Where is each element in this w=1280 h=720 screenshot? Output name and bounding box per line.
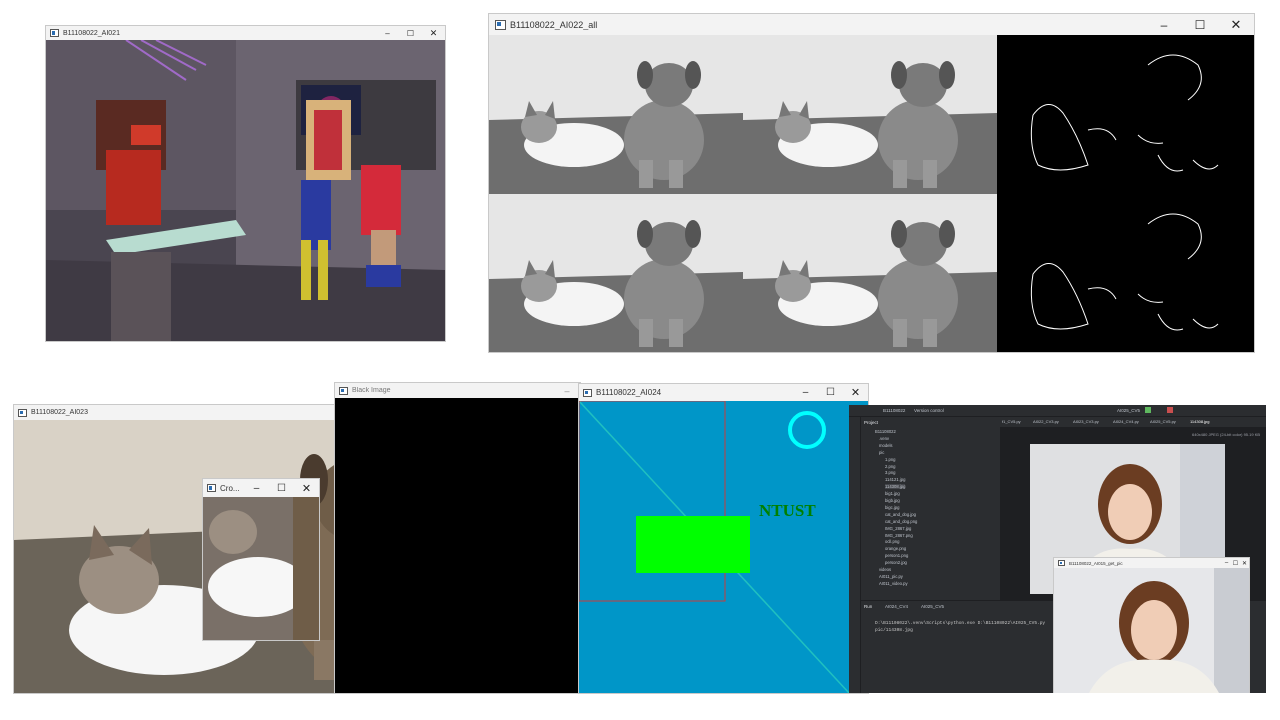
tree-item[interactable]: 1.png (885, 457, 895, 462)
tree-item[interactable]: cat_and_dog.png (885, 519, 917, 524)
tree-item[interactable]: videos (879, 567, 891, 572)
project-panel: Project B11108022 .venv models pic 1.png 2.pn… (861, 417, 999, 600)
maximize-icon[interactable]: ☐ (269, 483, 294, 494)
titlebar[interactable]: Cro... – ☐ ✕ (203, 479, 319, 497)
window-app-icon (207, 484, 216, 492)
tree-item[interactable]: .venv (879, 436, 889, 441)
window-crop[interactable]: Cro... – ☐ ✕ (203, 479, 319, 640)
close-icon[interactable]: ✕ (843, 386, 868, 399)
filter-grid-images (489, 35, 1254, 352)
scene-image (46, 40, 445, 341)
ide-toolbar: B11108022 Version control AI025_CV5 (849, 405, 1266, 417)
project-panel-title: Project (864, 420, 879, 425)
window-title: B11108022_AI022_all (510, 19, 598, 30)
window-app-icon (50, 29, 59, 37)
tree-item[interactable]: ocll.png (885, 539, 899, 544)
minimize-icon[interactable]: – (554, 386, 580, 396)
editor-tab[interactable]: f1_CV5.py (1002, 419, 1021, 424)
close-icon[interactable]: ✕ (294, 482, 319, 495)
tree-item[interactable]: person1.png (885, 553, 908, 558)
titlebar[interactable]: B11108022_AI024 – ☐ ✕ (579, 384, 868, 401)
titlebar[interactable]: Black Image – (335, 383, 580, 398)
window-title: Cro... (220, 483, 240, 493)
tree-item[interactable]: big1.jpg (885, 491, 900, 496)
tree-item[interactable]: AI011_pic.py (879, 574, 903, 579)
stop-icon[interactable] (1167, 407, 1173, 413)
window-app-icon (18, 408, 27, 417)
maximize-icon[interactable]: ☐ (1182, 18, 1218, 32)
tree-item[interactable]: models (879, 443, 893, 448)
window-app-icon (1058, 560, 1065, 566)
tree-item[interactable]: bigc.jpg (885, 505, 899, 510)
tree-item[interactable]: IMG_2867.jpg (885, 526, 911, 531)
minimize-icon[interactable]: – (1146, 18, 1182, 32)
tree-item[interactable]: IMG_2867.png (885, 533, 913, 538)
minimize-icon[interactable]: – (1222, 560, 1231, 566)
run-tab[interactable]: AI025_CV5 (921, 604, 944, 609)
webcam-photo (1054, 568, 1249, 693)
window-title: B11108022_AI015_get_pic (1069, 560, 1123, 566)
minimize-icon[interactable]: – (376, 29, 399, 38)
tree-item[interactable]: pic (879, 450, 884, 455)
tree-item[interactable]: 114121.jpg (885, 477, 905, 482)
run-panel-title: Run (864, 604, 873, 609)
tree-item[interactable]: 2.png (885, 464, 895, 469)
tree-item[interactable]: 3.png (885, 470, 895, 475)
window-black-image[interactable]: Black Image – (335, 383, 580, 693)
drawing-canvas: NTUST (579, 401, 868, 693)
minimize-icon[interactable]: – (244, 483, 269, 494)
maximize-icon[interactable]: ☐ (818, 387, 843, 398)
window-title: B11108022_AI024 (596, 388, 662, 397)
editor-tab[interactable]: AI024_CV4.py (1113, 419, 1139, 424)
black-canvas (335, 398, 580, 693)
close-icon[interactable]: ✕ (422, 28, 445, 39)
window-app-icon (495, 19, 506, 30)
vcs-label[interactable]: Version control (914, 408, 944, 413)
run-icon[interactable] (1145, 407, 1151, 413)
window-title: B11108022_AI023 (31, 409, 88, 416)
editor-tab[interactable]: AI023_CV3.py (1073, 419, 1099, 424)
ide-tool-strip (849, 417, 861, 693)
branch-label[interactable]: B11108022 (883, 408, 905, 413)
tree-item[interactable]: bigb.jpg (885, 498, 900, 503)
tree-item[interactable]: orange.png (885, 546, 906, 551)
run-config-label[interactable]: AI025_CV5 (1117, 408, 1140, 413)
window-get-pic[interactable]: B11108022_AI015_get_pic – ☐ ✕ (1054, 558, 1249, 693)
console-line: D:\B11108022\.venv\Scripts\python.exe D:… (875, 621, 1046, 626)
window-title: B11108022_AI021 (63, 29, 120, 37)
window-app-icon (583, 388, 592, 397)
maximize-icon[interactable]: ☐ (1231, 560, 1240, 567)
tree-item[interactable]: person2.jpg (885, 560, 907, 565)
tree-item[interactable]: AI011_video.py (879, 581, 908, 586)
titlebar[interactable]: B11108022_AI022_all – ☐ ✕ (489, 14, 1254, 35)
filled-rectangle (636, 516, 750, 573)
tree-item[interactable]: 114308.jpg (885, 484, 906, 490)
editor-tab[interactable]: AI025_CV5.py (1150, 419, 1176, 424)
window-ai021[interactable]: B11108022_AI021 – ☐ ✕ (46, 26, 445, 341)
editor-tab[interactable]: AI022_CV3.py (1033, 419, 1059, 424)
image-info: 640x480 JPEG (24-bit color) 95.19 KB (1192, 432, 1261, 437)
window-ai024[interactable]: B11108022_AI024 – ☐ ✕ NTUST (579, 384, 868, 693)
close-icon[interactable]: ✕ (1218, 17, 1254, 33)
titlebar[interactable]: B11108022_AI015_get_pic – ☐ ✕ (1054, 558, 1249, 568)
console-line: pic/114308.jpg (875, 628, 913, 633)
editor-tabs: f1_CV5.py AI022_CV3.py AI023_CV3.py AI024_C… (1000, 417, 1266, 428)
window-ai022[interactable]: B11108022_AI022_all – ☐ ✕ (489, 14, 1254, 352)
titlebar[interactable]: B11108022_AI021 – ☐ ✕ (46, 26, 445, 40)
maximize-icon[interactable]: ☐ (399, 29, 422, 38)
close-icon[interactable]: ✕ (1240, 560, 1249, 567)
tree-item[interactable]: cat_and_dog.jpg (885, 512, 916, 517)
run-tab[interactable]: AI024_CV4 (885, 604, 908, 609)
editor-tab[interactable]: 114308.jpg (1190, 419, 1210, 424)
minimize-icon[interactable]: – (793, 387, 818, 398)
tree-item[interactable]: B11108022 (875, 429, 896, 434)
window-title: Black Image (352, 387, 391, 394)
voxel-scene-illustration (46, 40, 445, 341)
ntust-text: NTUST (759, 501, 816, 520)
window-ide[interactable]: B11108022 Version control AI025_CV5 Proj… (849, 405, 1266, 693)
window-app-icon (339, 386, 348, 395)
cropped-image (203, 497, 319, 640)
